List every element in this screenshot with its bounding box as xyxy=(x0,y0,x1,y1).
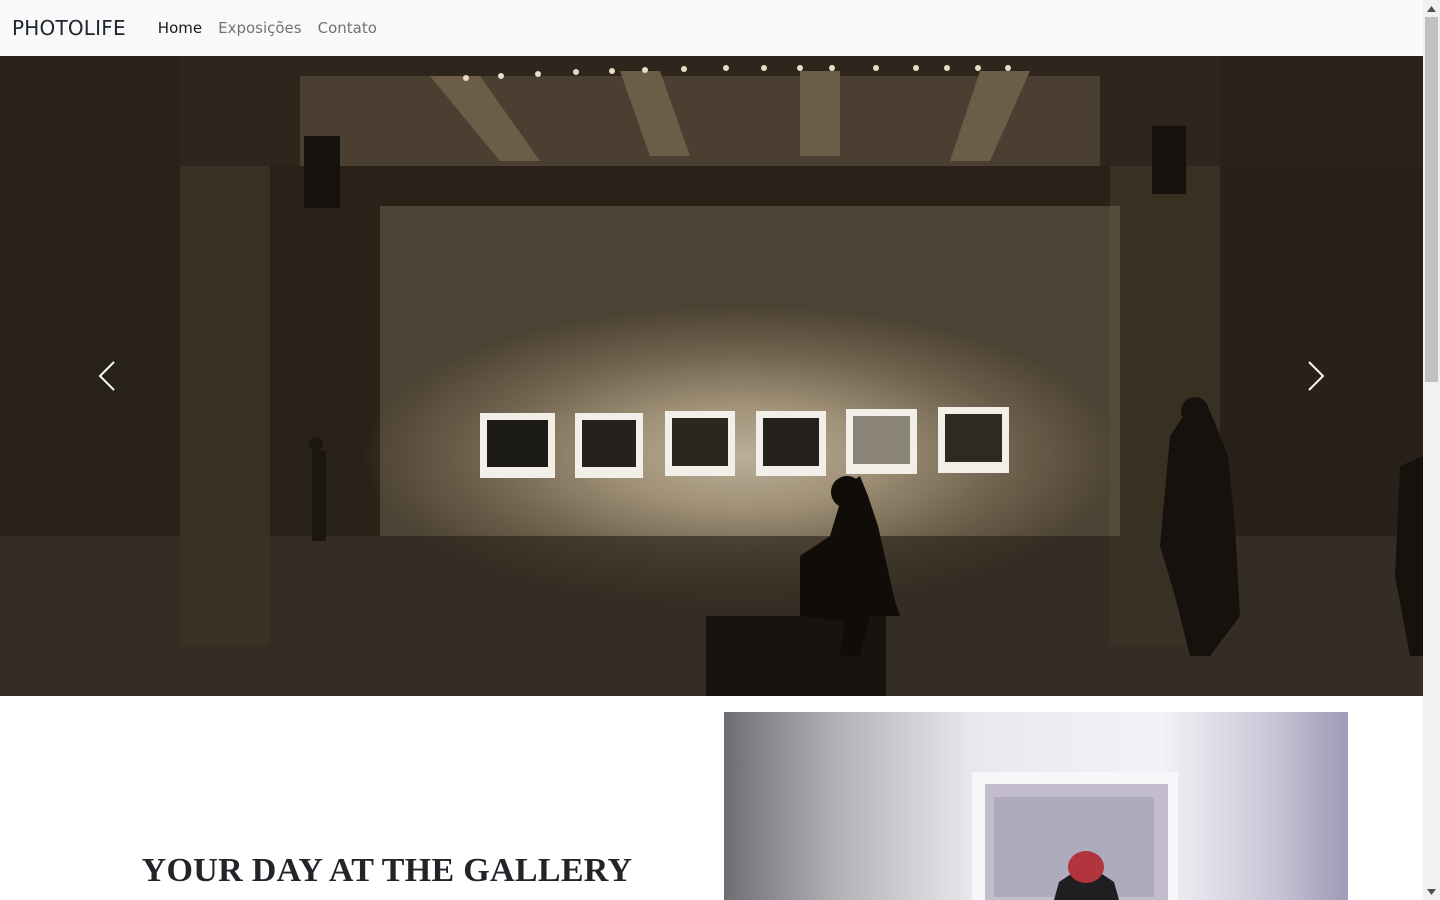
visitor-artwork-scene xyxy=(972,772,1178,900)
nav-link-home[interactable]: Home xyxy=(150,19,210,37)
carousel-next-button[interactable] xyxy=(1276,336,1356,416)
feature-gallery-photo xyxy=(724,712,1348,900)
chevron-right-icon xyxy=(1308,361,1325,391)
nav-link-exposicoes[interactable]: Exposições xyxy=(210,19,310,37)
gallery-hall-photo xyxy=(0,56,1423,696)
scroll-down-icon[interactable] xyxy=(1423,883,1440,900)
navbar: PHOTOLIFE Home Exposições Contato xyxy=(0,0,1423,56)
feature-title: YOUR DAY AT THE GALLERY xyxy=(141,852,633,889)
carousel-prev-button[interactable] xyxy=(67,336,147,416)
chevron-left-icon xyxy=(98,361,115,391)
nav-link-contato[interactable]: Contato xyxy=(310,19,385,37)
brand-logo[interactable]: PHOTOLIFE xyxy=(12,16,126,40)
page-scrollbar[interactable] xyxy=(1423,0,1440,900)
hero-carousel xyxy=(0,56,1423,696)
nav-links: Home Exposições Contato xyxy=(150,19,385,37)
scroll-thumb[interactable] xyxy=(1425,17,1438,382)
scroll-up-icon[interactable] xyxy=(1423,0,1440,17)
